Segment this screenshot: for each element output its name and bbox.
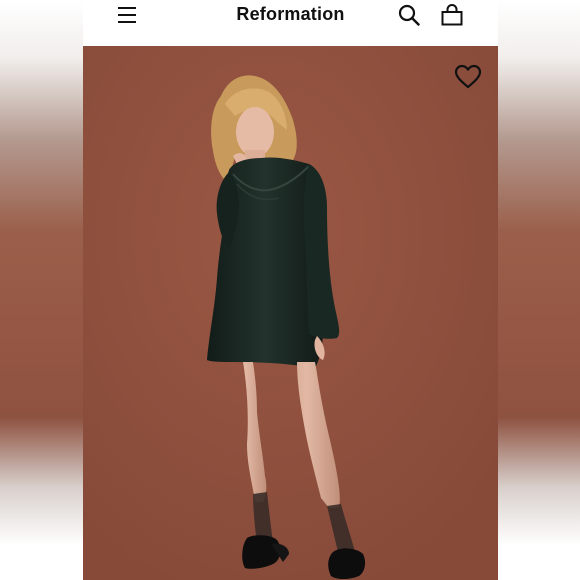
heart-outline-icon[interactable] — [454, 64, 482, 90]
app-screen: Reformation — [83, 0, 498, 580]
brand-logo[interactable]: Reformation — [83, 4, 498, 25]
model-illustration — [83, 46, 498, 580]
search-icon[interactable] — [398, 4, 420, 26]
shopping-bag-icon[interactable] — [441, 4, 463, 26]
top-navigation-bar: Reformation — [83, 0, 498, 46]
product-image[interactable] — [83, 46, 498, 580]
